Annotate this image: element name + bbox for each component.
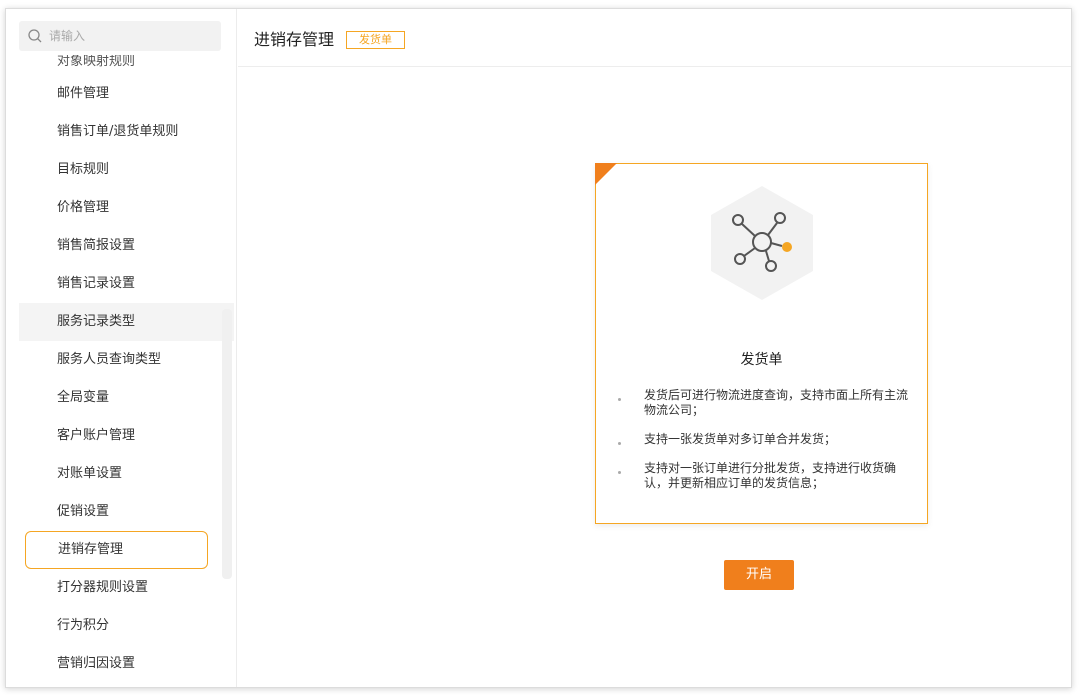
sidebar-item-behavior-points[interactable]: 行为积分 [19, 607, 234, 645]
sidebar-item-label: 对账单设置 [57, 466, 123, 481]
sidebar-item-label: 服务人员查询类型 [57, 352, 162, 367]
feature-item: 支持对一张订单进行分批发货，支持进行收货确认，并更新相应订单的发货信息； [618, 461, 918, 491]
page-title: 进销存管理 [254, 29, 335, 49]
network-hub-icon [711, 186, 813, 300]
sidebar-scrollbar[interactable] [222, 309, 232, 579]
sidebar-item-label: 客户账户管理 [57, 428, 136, 443]
sidebar-item-label: 营销归因设置 [57, 656, 136, 671]
sidebar-item-email[interactable]: 邮件管理 [19, 75, 234, 113]
sidebar-item-service-staff[interactable]: 服务人员查询类型 [19, 341, 234, 379]
sidebar-item-sales-record[interactable]: 销售记录设置 [19, 265, 234, 303]
sidebar-item-target-rules[interactable]: 目标规则 [19, 151, 234, 189]
sidebar-item-label: 服务记录类型 [57, 314, 136, 329]
feature-item: 支持一张发货单对多订单合并发货； [618, 432, 918, 447]
page-header: 进销存管理 发货单 [238, 9, 1071, 67]
sidebar-item-label: 打分器规则设置 [57, 580, 149, 595]
feature-text: 发货后可进行物流进度查询，支持市面上所有主流物流公司； [644, 388, 909, 417]
corner-flag-icon [595, 163, 617, 185]
sidebar-item-inventory[interactable]: 进销存管理 [25, 531, 208, 569]
bullet-icon [618, 442, 621, 445]
card-title: 发货单 [740, 352, 783, 368]
sidebar-item-label: 行为积分 [57, 618, 110, 633]
enable-button[interactable]: 开启 [724, 560, 794, 590]
search-icon [28, 29, 42, 43]
feature-item: 发货后可进行物流进度查询，支持市面上所有主流物流公司； [618, 388, 918, 418]
bullet-icon [618, 471, 621, 474]
sidebar-item-label: 进销存管理 [58, 542, 124, 557]
sidebar-item-price[interactable]: 价格管理 [19, 189, 234, 227]
feature-text: 支持一张发货单对多订单合并发货； [644, 432, 837, 446]
sidebar-item-label: 价格管理 [57, 200, 110, 215]
feature-text: 支持对一张订单进行分批发货，支持进行收货确认，并更新相应订单的发货信息； [644, 461, 897, 490]
sidebar-item-global-vars[interactable]: 全局变量 [19, 379, 234, 417]
sidebar-menu: 对象映射规则 邮件管理 销售订单/退货单规则 目标规则 价格管理 销售简报设置 … [19, 55, 234, 683]
feature-list: 发货后可进行物流进度查询，支持市面上所有主流物流公司； 支持一张发货单对多订单合… [618, 388, 918, 505]
sidebar-item-object-mapping[interactable]: 对象映射规则 [19, 55, 234, 75]
sidebar-item-label: 销售订单/退货单规则 [57, 124, 179, 139]
sidebar-item-attribution[interactable]: 营销归因设置 [19, 645, 234, 683]
sidebar-item-service-record[interactable]: 服务记录类型 [19, 303, 234, 341]
sidebar-item-label: 销售记录设置 [57, 276, 136, 291]
sidebar: 对象映射规则 邮件管理 销售订单/退货单规则 目标规则 价格管理 销售简报设置 … [6, 9, 237, 687]
search-input[interactable] [49, 29, 209, 43]
sidebar-item-label: 全局变量 [57, 390, 110, 405]
sidebar-item-label: 目标规则 [57, 162, 110, 177]
feature-card: 发货单 发货后可进行物流进度查询，支持市面上所有主流物流公司； 支持一张发货单对… [595, 163, 928, 524]
search-box[interactable] [19, 21, 221, 51]
sidebar-item-statement[interactable]: 对账单设置 [19, 455, 234, 493]
bullet-icon [618, 398, 621, 401]
sidebar-item-sales-brief[interactable]: 销售简报设置 [19, 227, 234, 265]
app-window: 对象映射规则 邮件管理 销售订单/退货单规则 目标规则 价格管理 销售简报设置 … [5, 8, 1072, 688]
sidebar-item-label: 促销设置 [57, 504, 110, 519]
module-badge: 发货单 [346, 30, 406, 49]
sidebar-item-label: 邮件管理 [57, 86, 110, 101]
sidebar-item-promotion[interactable]: 促销设置 [19, 493, 234, 531]
sidebar-item-customer-account[interactable]: 客户账户管理 [19, 417, 234, 455]
sidebar-item-label: 销售简报设置 [57, 238, 136, 253]
sidebar-item-label: 对象映射规则 [57, 55, 136, 69]
sidebar-item-scorer-rules[interactable]: 打分器规则设置 [19, 569, 234, 607]
sidebar-item-order-rules[interactable]: 销售订单/退货单规则 [19, 113, 234, 151]
